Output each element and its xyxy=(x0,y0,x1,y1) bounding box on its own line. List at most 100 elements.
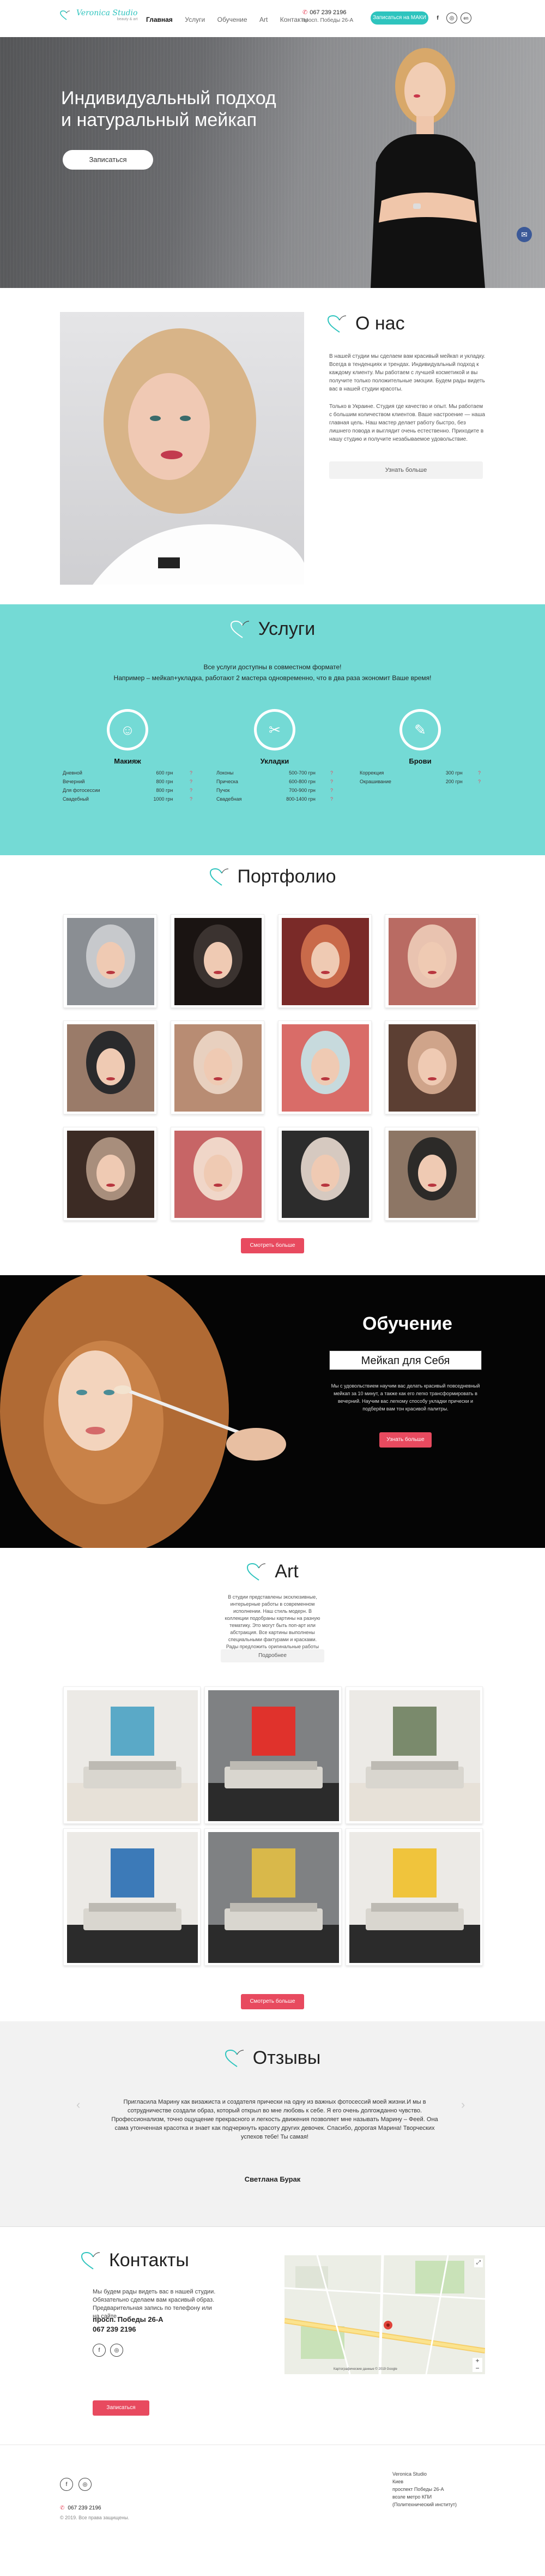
art-photo[interactable] xyxy=(346,1828,483,1966)
portfolio-photo[interactable] xyxy=(385,1127,479,1221)
heart-decor-icon xyxy=(225,2049,244,2067)
main-nav: Главная Услуги Обучение Art Контакты xyxy=(146,15,318,25)
service-label: Свадебный xyxy=(63,796,89,802)
portfolio-photo[interactable] xyxy=(171,1020,264,1114)
instagram-icon[interactable]: ◎ xyxy=(446,13,457,23)
service-info[interactable]: ? xyxy=(322,788,333,793)
header-cta-button[interactable]: Записаться на МАКИ xyxy=(371,11,428,25)
service-info[interactable]: ? xyxy=(322,779,333,784)
services-section: Услуги Все услуги доступны в совместном … xyxy=(0,604,545,855)
portfolio-photo[interactable] xyxy=(278,914,372,1008)
contacts-phone[interactable]: 067 239 2196 xyxy=(93,2325,136,2333)
art-title: Art xyxy=(246,1561,299,1582)
service-price: 800 грн xyxy=(156,779,173,784)
header-phone[interactable]: ✆ 067 239 2196 xyxy=(302,9,353,16)
contacts-map[interactable]: ⤢ + − Картографические данные © 2019 Goo… xyxy=(284,2255,485,2374)
service-info[interactable]: ? xyxy=(179,770,192,776)
phone-icon: ✆ xyxy=(302,9,308,16)
art-details-button[interactable]: Подробнее xyxy=(221,1649,324,1662)
art-title-wrap: Art xyxy=(0,1561,545,1582)
contacts-book-button[interactable]: Записаться xyxy=(93,2400,149,2416)
portfolio-more-button[interactable]: Смотреть больше xyxy=(241,1238,304,1253)
phone-icon: ✆ xyxy=(60,2505,65,2511)
reviews-title-wrap: Отзывы xyxy=(0,2047,545,2069)
reviews-prev-arrow-icon[interactable]: ‹ xyxy=(76,2098,80,2112)
portfolio-image xyxy=(67,1131,154,1218)
logo[interactable]: Veronica Studio beauty & art xyxy=(60,9,137,21)
services-subtitle-2: Например – мейкап+укладка, работают 2 ма… xyxy=(113,674,432,682)
map-zoom-in-icon[interactable]: + xyxy=(473,2357,482,2364)
portfolio-photo[interactable] xyxy=(171,1127,264,1221)
nav-item-education[interactable]: Обучение xyxy=(217,16,247,23)
header-address: просп. Победы 26-А xyxy=(302,17,354,23)
service-col-styling: ✂ Укладки Локоны 500-700 грн? Прическа 600-… xyxy=(216,709,333,803)
portfolio-photo[interactable] xyxy=(385,914,479,1008)
service-info[interactable]: ? xyxy=(322,796,333,802)
service-label: Свадебная xyxy=(216,796,242,802)
portfolio-photo[interactable] xyxy=(171,914,264,1008)
language-switch[interactable]: en xyxy=(461,13,471,23)
portfolio-photo[interactable] xyxy=(278,1127,372,1221)
nav-item-services[interactable]: Услуги xyxy=(185,16,205,23)
footer-phone[interactable]: ✆ 067 239 2196 xyxy=(60,2505,101,2511)
portfolio-title-text: Портфолио xyxy=(237,866,336,887)
contacts-social: f ◎ xyxy=(93,2344,123,2357)
map-credit: Картографические данные © 2019 Google xyxy=(334,2368,397,2371)
nav-item-art[interactable]: Art xyxy=(259,16,268,23)
portfolio-title-wrap: Портфолио xyxy=(0,866,545,887)
brow-icon: ✎ xyxy=(399,709,441,750)
footer-address-line: возле метро КПИ xyxy=(392,2494,432,2500)
about-title-text: О нас xyxy=(355,313,405,334)
service-info[interactable]: ? xyxy=(179,788,192,793)
service-price-row: Коррекция 300 грн? xyxy=(360,768,481,777)
service-info[interactable]: ? xyxy=(179,796,192,802)
portfolio-section: Портфолио Смотреть больше xyxy=(0,855,545,1275)
service-info[interactable]: ? xyxy=(322,770,333,776)
map-zoom-out-icon[interactable]: − xyxy=(473,2364,482,2372)
nav-item-home[interactable]: Главная xyxy=(146,16,173,23)
service-name-styling: Укладки xyxy=(260,757,289,765)
about-title: О нас xyxy=(327,313,405,334)
instagram-icon[interactable]: ◎ xyxy=(110,2344,123,2357)
service-info[interactable]: ? xyxy=(469,779,481,784)
art-photo[interactable] xyxy=(63,1686,201,1824)
portfolio-photo[interactable] xyxy=(63,1020,157,1114)
portfolio-image xyxy=(174,1131,262,1218)
about-section: О нас В нашей студии мы сделаем вам крас… xyxy=(0,288,545,604)
contacts-section: Контакты Мы будем рады видеть вас в наше… xyxy=(0,2226,545,2445)
footer-address-line: Veronica Studio xyxy=(392,2471,427,2477)
art-photo[interactable] xyxy=(204,1828,342,1966)
hero-book-button[interactable]: Записаться xyxy=(63,150,153,170)
reviews-next-arrow-icon[interactable]: › xyxy=(461,2098,465,2112)
art-photo[interactable] xyxy=(204,1686,342,1824)
about-more-button[interactable]: Узнать больше xyxy=(329,461,483,479)
service-info[interactable]: ? xyxy=(469,770,481,776)
logo-tagline: beauty & art xyxy=(117,17,138,21)
facebook-icon[interactable]: f xyxy=(432,13,443,23)
portfolio-photo[interactable] xyxy=(278,1020,372,1114)
portfolio-image xyxy=(389,1131,476,1218)
service-rows-styling: Локоны 500-700 грн? Прическа 600-800 грн? Пу… xyxy=(216,768,333,803)
reviews-section: Отзывы ‹ › Пригласила Марину как визажис… xyxy=(0,2021,545,2226)
instagram-icon[interactable]: ◎ xyxy=(78,2478,92,2491)
map-fullscreen-icon[interactable]: ⤢ xyxy=(474,2259,483,2267)
portfolio-photo[interactable] xyxy=(63,914,157,1008)
messenger-chat-icon[interactable]: ✉ xyxy=(517,227,532,242)
facebook-icon[interactable]: f xyxy=(60,2478,73,2491)
art-more-button[interactable]: Смотреть больше xyxy=(241,1994,304,2009)
education-more-button[interactable]: Узнать больше xyxy=(379,1432,432,1448)
art-photo[interactable] xyxy=(346,1686,483,1824)
art-photo[interactable] xyxy=(63,1828,201,1966)
service-info[interactable]: ? xyxy=(179,779,192,784)
art-interior-image xyxy=(208,1690,339,1821)
footer-social: f ◎ xyxy=(60,2478,92,2491)
service-price: 800 грн xyxy=(156,788,173,793)
portfolio-photo[interactable] xyxy=(63,1127,157,1221)
service-name-makeup: Макияж xyxy=(114,757,141,765)
portfolio-photo[interactable] xyxy=(385,1020,479,1114)
reviews-title: Отзывы xyxy=(225,2047,320,2069)
service-label: Окрашивание xyxy=(360,779,391,784)
facebook-icon[interactable]: f xyxy=(93,2344,106,2357)
site-header: Veronica Studio beauty & art Главная Усл… xyxy=(0,0,545,37)
service-price: 700-900 грн xyxy=(289,788,316,793)
